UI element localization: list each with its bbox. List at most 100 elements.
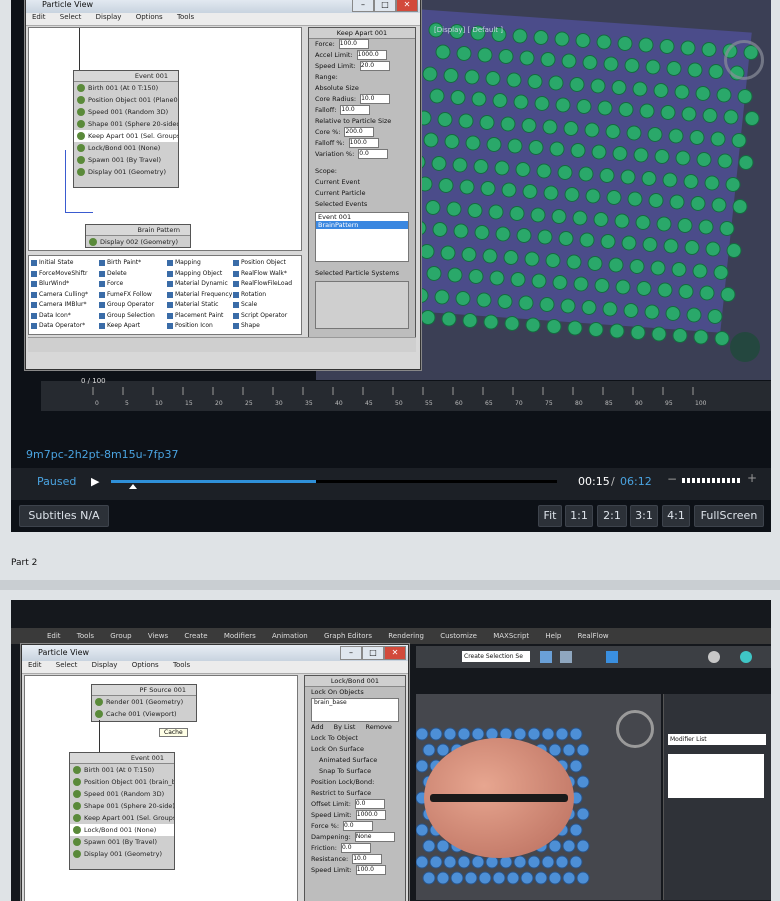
menu-item[interactable]: Edit [47,632,61,640]
menu-item[interactable]: Rendering [388,632,424,640]
list-item[interactable]: Material Static [167,300,233,311]
event-001-header[interactable]: Event 001 [70,753,174,764]
menu-item[interactable]: Views [148,632,168,640]
event-001-node[interactable]: Event 001 Birth 001 (At 0 T:150) Positio… [69,752,175,870]
zoom-3x-button[interactable]: 3:1 [630,505,658,527]
menu-display[interactable]: Display [92,661,118,669]
list-item[interactable]: Force [99,279,165,290]
absolute-size-radio[interactable]: Absolute Size [309,83,415,94]
menu-item[interactable]: Help [545,632,561,640]
operator-display[interactable]: Display 001 (Geometry) [70,848,174,860]
operator-lock-bond[interactable]: Lock/Bond 001 (None) [70,824,174,836]
dampening-dropdown[interactable]: None [354,832,395,842]
scope-selected-events[interactable]: Selected Events [309,199,415,210]
relative-size-radio[interactable]: Relative to Particle Size [309,116,415,127]
force-spinner[interactable]: 100.0 [338,39,369,49]
menu-item[interactable]: MAXScript [493,632,529,640]
falloff-spinner[interactable]: 10.0 [340,105,371,115]
steering-wheel-icon[interactable] [730,332,760,362]
close-button[interactable]: ✕ [396,0,418,12]
list-item[interactable]: Data Icon* [31,311,97,322]
tool-icon[interactable] [606,651,618,663]
speed-limit-spinner[interactable]: 20.0 [359,61,390,71]
brain-pattern-node[interactable]: Brain Pattern Display 002 (Geometry) [85,224,191,248]
list-item[interactable]: RealFlow Walk* [233,269,299,280]
close-button[interactable]: ✕ [384,646,406,660]
teapot-icon[interactable] [708,651,720,663]
list-item[interactable]: Group Operator [99,300,165,311]
list-item[interactable]: Data Operator* [31,321,97,332]
menu-tools[interactable]: Tools [173,661,190,669]
list-item[interactable]: Shape [233,321,299,332]
list-item[interactable]: Camera Culling* [31,290,97,301]
list-item[interactable]: BlurWind* [31,279,97,290]
list-item[interactable]: Scale [233,300,299,311]
maximize-button[interactable]: □ [362,646,384,660]
operator-spawn[interactable]: Spawn 001 (By Travel) [70,836,174,848]
list-item[interactable]: Group Selection [99,311,165,322]
menu-item[interactable]: RealFlow [578,632,609,640]
minimize-button[interactable]: – [340,646,362,660]
list-item[interactable]: Event 001 [316,213,408,221]
list-item[interactable]: Material Frequency [167,290,233,301]
menu-display[interactable]: Display [96,13,122,21]
operator-position-object[interactable]: Position Object 001 (Plane01) [74,94,178,106]
video-id-link[interactable]: 9m7pc-2h2pt-8m15u-7fp37 [26,448,178,461]
list-item[interactable]: ForceMoveShiftr [31,269,97,280]
list-item[interactable]: Script Operator [233,311,299,322]
menu-edit[interactable]: Edit [32,13,46,21]
operator-shape[interactable]: Shape 001 (Sphere 20-sided) [74,118,178,130]
operator-speed[interactable]: Speed 001 (Random 3D) [70,788,174,800]
volume-up-icon[interactable]: + [747,471,757,485]
menu-item[interactable]: Tools [77,632,94,640]
falloff-pct-spinner[interactable]: 100.0 [348,138,379,148]
event-001-node[interactable]: Event 001 Birth 001 (At 0 T:150) Positio… [73,70,179,188]
viewcube-icon[interactable] [616,710,654,748]
event-graph[interactable]: PF Source 001 Render 001 (Geometry) Cach… [24,675,298,901]
tool-icon[interactable] [540,651,552,663]
zoom-2x-button[interactable]: 2:1 [597,505,627,527]
menu-options[interactable]: Options [132,661,159,669]
scope-current-particle[interactable]: Current Particle [309,188,415,199]
by-list-button[interactable]: By List [334,723,356,731]
resistance-spinner[interactable]: 10.0 [352,854,383,864]
tool-icon[interactable] [560,651,572,663]
lock-to-object-radio[interactable]: Lock To Object [305,733,405,744]
zoom-fit-button[interactable]: Fit [538,505,562,527]
menu-edit[interactable]: Edit [28,661,42,669]
menu-select[interactable]: Select [60,13,82,21]
list-item[interactable]: Birth Paint* [99,258,165,269]
menu-options[interactable]: Options [136,13,163,21]
skull-icon[interactable] [740,651,752,663]
remove-button[interactable]: Remove [365,723,391,731]
list-item[interactable]: Delete [99,269,165,280]
core-radius-spinner[interactable]: 10.0 [360,94,391,104]
operator-birth[interactable]: Birth 001 (At 0 T:150) [70,764,174,776]
event-graph[interactable]: Event 001 Birth 001 (At 0 T:150) Positio… [28,27,302,251]
add-button[interactable]: Add [311,723,324,731]
operator-display-002[interactable]: Display 002 (Geometry) [86,236,190,248]
play-button[interactable]: ▶ [91,475,99,488]
list-item[interactable]: Keep Apart [99,321,165,332]
pf-source-node[interactable]: PF Source 001 Render 001 (Geometry) Cach… [91,684,197,722]
list-item[interactable]: Placement Paint [167,311,233,322]
accel-limit-spinner[interactable]: 1000.0 [356,50,387,60]
maximize-button[interactable]: □ [374,0,396,12]
list-item[interactable]: Material Dynamic [167,279,233,290]
viewcube-icon[interactable] [724,40,764,80]
scope-current-event[interactable]: Current Event [309,177,415,188]
menu-item[interactable]: Create [184,632,207,640]
operator-position-object[interactable]: Position Object 001 (brain_b [70,776,174,788]
operator-keep-apart[interactable]: Keep Apart 001 (Sel. Groups) [70,812,174,824]
operator-lock-bond[interactable]: Lock/Bond 001 (None) [74,142,178,154]
speed-limit-2-spinner[interactable]: 100.0 [355,865,386,875]
list-item[interactable]: Initial State [31,258,97,269]
list-item[interactable]: FumeFX Follow [99,290,165,301]
list-item[interactable]: Rotation [233,290,299,301]
list-item[interactable]: brain_base [312,699,347,706]
friction-spinner[interactable]: 0.0 [340,843,371,853]
list-item[interactable]: Camera IMBlur* [31,300,97,311]
menu-select[interactable]: Select [56,661,78,669]
list-item[interactable]: RealFlowFileLoad [233,279,299,290]
time-slider[interactable]: 0 / 100 0 5 10 15 20 25 30 35 40 45 50 55 60 65 70 75 80… [41,377,771,411]
